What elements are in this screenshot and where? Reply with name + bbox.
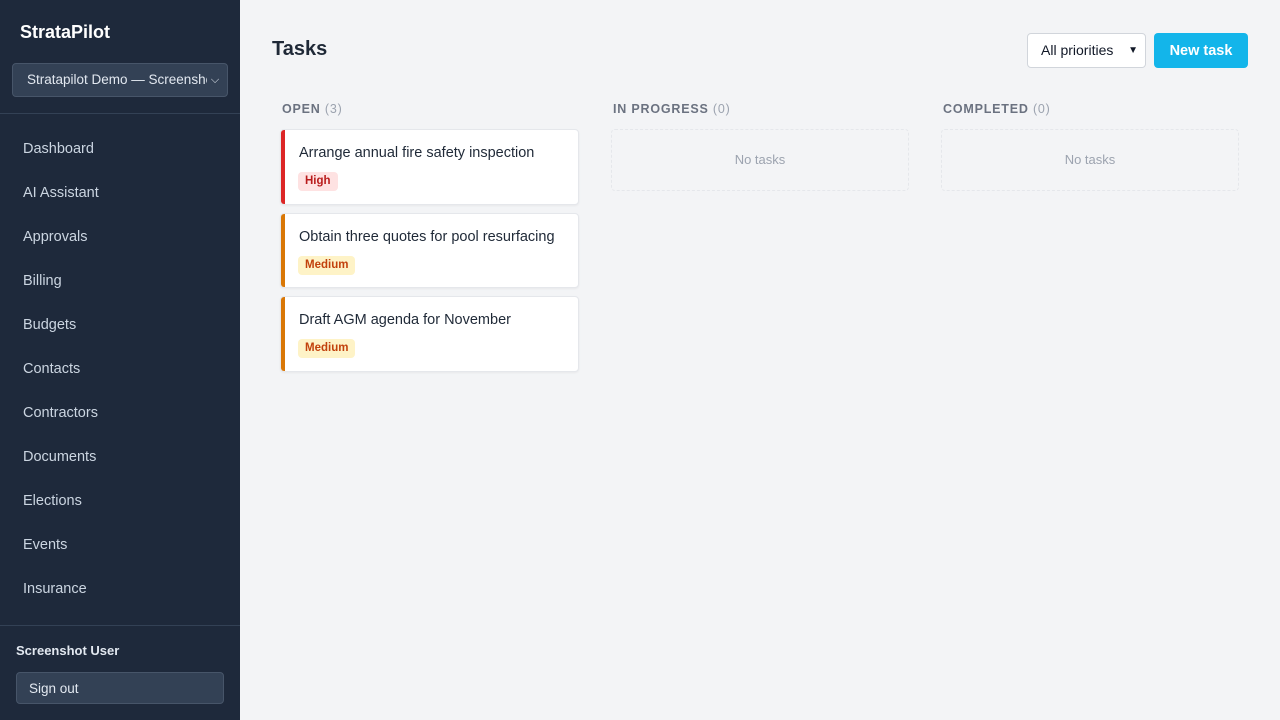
priority-medium-indicator bbox=[281, 214, 285, 287]
priority-filter-select[interactable]: All priorities ▼ bbox=[1027, 33, 1146, 68]
new-task-button[interactable]: New task bbox=[1154, 33, 1248, 68]
empty-column-in-progress: No tasks bbox=[611, 129, 909, 191]
task-title: Obtain three quotes for pool resurfacing bbox=[299, 229, 555, 245]
column-header-completed: COMPLETED (0) bbox=[943, 102, 1051, 116]
priority-filter-value: All priorities bbox=[1041, 42, 1114, 58]
sidebar-item-contacts[interactable]: Contacts bbox=[0, 347, 240, 391]
page-title: Tasks bbox=[272, 38, 328, 60]
sidebar: StrataPilot Stratapilot Demo — Screensho… bbox=[0, 0, 240, 720]
column-header-in-progress: IN PROGRESS (0) bbox=[613, 102, 731, 116]
column-label: COMPLETED bbox=[943, 102, 1029, 116]
sidebar-nav: Dashboard AI Assistant Approvals Billing… bbox=[0, 127, 240, 611]
chevron-down-icon: ⌵ bbox=[207, 64, 223, 96]
task-title: Arrange annual fire safety inspection bbox=[299, 145, 535, 161]
column-header-open: OPEN (3) bbox=[282, 102, 343, 116]
sidebar-item-dashboard[interactable]: Dashboard bbox=[0, 127, 240, 171]
column-count: (0) bbox=[1032, 102, 1051, 116]
organization-select-value: Stratapilot Demo — Screenshot bbox=[27, 72, 217, 87]
sidebar-item-documents[interactable]: Documents bbox=[0, 435, 240, 479]
sidebar-item-billing[interactable]: Billing bbox=[0, 259, 240, 303]
sidebar-item-ai-assistant[interactable]: AI Assistant bbox=[0, 171, 240, 215]
empty-column-completed: No tasks bbox=[941, 129, 1239, 191]
column-label: OPEN bbox=[282, 102, 321, 116]
sidebar-divider-top bbox=[0, 113, 240, 114]
column-count: (3) bbox=[324, 102, 343, 116]
sidebar-item-events[interactable]: Events bbox=[0, 523, 240, 567]
column-label: IN PROGRESS bbox=[613, 102, 709, 116]
sidebar-item-approvals[interactable]: Approvals bbox=[0, 215, 240, 259]
task-card[interactable]: Arrange annual fire safety inspection Hi… bbox=[280, 129, 579, 205]
task-title: Draft AGM agenda for November bbox=[299, 312, 511, 328]
app-brand: StrataPilot bbox=[20, 22, 111, 42]
priority-badge-high: High bbox=[298, 172, 338, 191]
sidebar-item-insurance[interactable]: Insurance bbox=[0, 567, 240, 611]
priority-badge-medium: Medium bbox=[298, 339, 356, 358]
sidebar-divider-bottom bbox=[0, 625, 240, 626]
task-card[interactable]: Draft AGM agenda for November Medium bbox=[280, 296, 579, 372]
current-user-name: Screenshot User bbox=[16, 643, 120, 658]
task-card[interactable]: Obtain three quotes for pool resurfacing… bbox=[280, 213, 579, 288]
priority-medium-indicator bbox=[281, 297, 285, 371]
sidebar-item-contractors[interactable]: Contractors bbox=[0, 391, 240, 435]
sidebar-item-budgets[interactable]: Budgets bbox=[0, 303, 240, 347]
sidebar-item-elections[interactable]: Elections bbox=[0, 479, 240, 523]
column-count: (0) bbox=[712, 102, 731, 116]
chevron-down-icon: ▼ bbox=[1128, 45, 1138, 56]
priority-badge-medium: Medium bbox=[298, 256, 356, 275]
sign-out-button[interactable]: Sign out bbox=[16, 672, 224, 704]
organization-select[interactable]: Stratapilot Demo — Screenshot ⌵ bbox=[12, 63, 228, 97]
priority-high-indicator bbox=[281, 130, 285, 204]
